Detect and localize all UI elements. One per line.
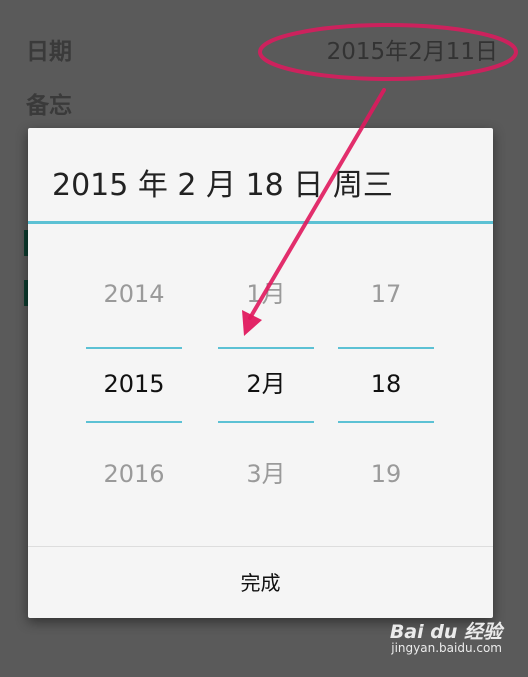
baidu-watermark: Bai du 经验 jingyan.baidu.com <box>352 617 502 661</box>
month-prev[interactable]: 1月 <box>218 279 314 309</box>
memo-label: 备忘 <box>26 93 72 119</box>
year-current[interactable]: 2015 <box>86 369 182 399</box>
dialog-header: 2015 年 2 月 18 日 周三 <box>28 128 493 224</box>
day-prev[interactable]: 17 <box>338 279 434 309</box>
watermark-brand: Bai du 经验 <box>389 621 502 643</box>
month-spinner[interactable]: 1月 2月 3月 <box>218 224 314 544</box>
selected-date-title: 2015 年 2 月 18 日 周三 <box>52 168 393 203</box>
selection-divider <box>338 347 434 349</box>
selection-divider <box>86 421 182 423</box>
watermark-url: jingyan.baidu.com <box>391 641 502 655</box>
selection-divider <box>218 347 314 349</box>
date-value-field[interactable]: 2015年2月11日 <box>327 32 498 66</box>
day-next[interactable]: 19 <box>338 459 434 489</box>
year-prev[interactable]: 2014 <box>86 279 182 309</box>
day-current[interactable]: 18 <box>338 369 434 399</box>
selection-divider <box>86 347 182 349</box>
selection-divider <box>218 421 314 423</box>
month-next[interactable]: 3月 <box>218 459 314 489</box>
year-next[interactable]: 2016 <box>86 459 182 489</box>
month-current[interactable]: 2月 <box>218 369 314 399</box>
selection-divider <box>338 421 434 423</box>
date-label: 日期 <box>26 39 72 65</box>
done-button[interactable]: 完成 <box>28 547 493 618</box>
year-spinner[interactable]: 2014 2015 2016 <box>86 224 182 544</box>
date-picker-dialog: 2015 年 2 月 18 日 周三 2014 2015 2016 1月 2月 … <box>28 128 493 618</box>
day-spinner[interactable]: 17 18 19 <box>338 224 434 544</box>
